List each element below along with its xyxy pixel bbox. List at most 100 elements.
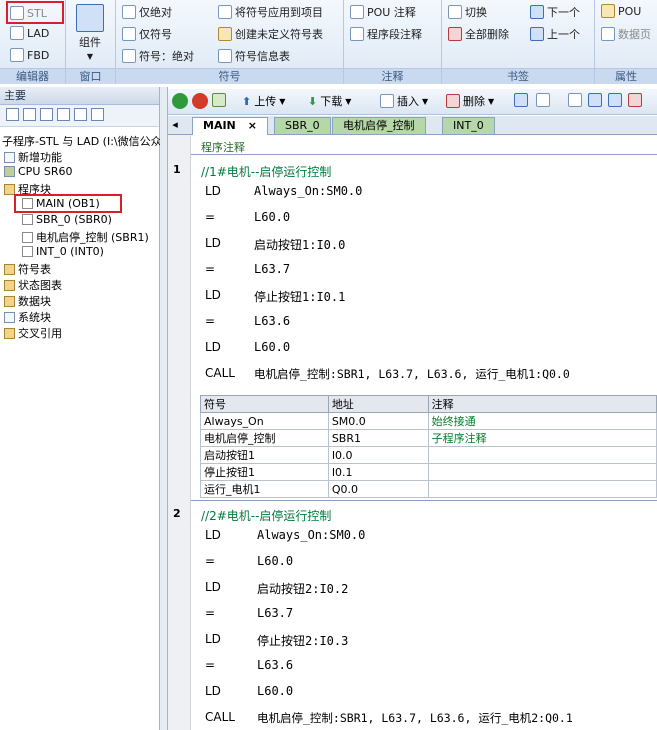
view-icon[interactable] — [23, 108, 36, 121]
instruction-op: LD — [205, 340, 221, 354]
pou-comment-button[interactable]: POU 注释 — [350, 4, 416, 20]
tree-item-sbr1[interactable]: 电机启停_控制 (SBR1) — [22, 229, 149, 245]
component-button[interactable]: 组件 ▼ — [76, 4, 104, 61]
instruction-op: CALL — [205, 710, 235, 724]
folder-icon — [4, 327, 15, 339]
lad-icon — [10, 26, 24, 40]
address-cell: I0.0 — [327, 446, 429, 464]
tree-item-symbol-table[interactable]: 符号表 — [4, 261, 51, 277]
table-row: 运行_电机1 Q0.0 — [200, 480, 657, 498]
sym-abs-button[interactable]: 符号：绝对 — [122, 48, 194, 64]
instruction-op: = — [205, 658, 216, 672]
help-icon — [4, 151, 15, 163]
network-gutter — [168, 135, 191, 730]
property-group: POU 数据页 属性 — [595, 0, 657, 84]
project-tree-pane: 主要 子程序-STL 与 LAD (I:\微信公众 新增功能 CPU SR60 … — [0, 87, 162, 730]
network-comment[interactable]: //1#电机--启停运行控制 — [201, 163, 331, 180]
tree-item-data-block[interactable]: 数据块 — [4, 293, 51, 309]
instruction-operand: 启动按钮2:I0.2 — [257, 582, 349, 596]
delete-all-bookmarks-button[interactable]: 全部删除 — [448, 26, 509, 42]
clear-button[interactable] — [628, 93, 642, 107]
stop-icon — [192, 93, 208, 109]
tab-main[interactable]: MAIN × — [192, 117, 268, 136]
next-button[interactable] — [608, 93, 622, 107]
instruction-op: = — [205, 210, 216, 224]
option-button[interactable] — [536, 93, 550, 107]
next-bookmark-button[interactable]: 下一个 — [530, 4, 580, 20]
clear-icon — [628, 93, 642, 107]
apply-project-button[interactable]: 将符号应用到项目 — [218, 4, 323, 20]
data-page-button[interactable]: 数据页 — [601, 26, 651, 42]
vbx-icon — [122, 49, 136, 63]
dropdown-arrow-icon: ▼ — [422, 96, 429, 106]
tabs-left-arrow-icon[interactable]: ◂ — [168, 117, 182, 134]
view-icon[interactable] — [57, 108, 70, 121]
stop-button[interactable] — [192, 93, 208, 109]
sym-only-button[interactable]: 仅符号 — [122, 26, 172, 42]
view-icon[interactable] — [74, 108, 87, 121]
view-icon[interactable] — [40, 108, 53, 121]
pou-property-button[interactable]: POU — [601, 4, 641, 18]
fbd-button[interactable]: FBD — [10, 48, 49, 62]
editor-toolbar: ⬆ 上传 ▼ ⬇ 下载 ▼ 插入 ▼ 删除 ▼ — [168, 89, 657, 115]
prev-bookmark-button[interactable]: 上一个 — [530, 26, 580, 42]
tree-project[interactable]: 子程序-STL 与 LAD (I:\微信公众 — [2, 133, 162, 149]
component-icon — [76, 4, 104, 32]
toggle-bookmark-button[interactable]: 切换 — [448, 4, 487, 20]
tree-item-int0[interactable]: INT_0 (INT0) — [22, 245, 104, 258]
instruction-operand: L63.6 — [257, 658, 294, 672]
tab-int0[interactable]: INT_0 — [442, 117, 495, 134]
comment-group: POU 注释 程序段注释 注释 — [344, 0, 442, 84]
symbol-info-button[interactable]: 符号信息表 — [218, 48, 290, 64]
program-comment[interactable]: 程序注释 — [201, 139, 245, 155]
address-cell: SM0.0 — [327, 412, 429, 430]
segment-comment-button[interactable]: 程序段注释 — [350, 26, 422, 42]
instruction-operand: 电机启停_控制:SBR1, L63.7, L63.6, 运行_电机2:Q0.1 — [257, 711, 573, 725]
tree-item-new-features[interactable]: 新增功能 — [4, 149, 62, 165]
insert-button[interactable]: 插入 ▼ — [380, 93, 428, 109]
tree-item-status-chart[interactable]: 状态图表 — [4, 277, 62, 293]
network-comment[interactable]: //2#电机--启停运行控制 — [201, 507, 331, 524]
window-button[interactable] — [568, 93, 582, 107]
delete-button[interactable]: 删除 ▼ — [446, 93, 494, 109]
lad-button[interactable]: LAD — [10, 26, 49, 40]
option-icon — [536, 93, 550, 107]
tree-item-sbr0[interactable]: SBR_0 (SBR0) — [22, 213, 112, 226]
symbol-cell: 电机启停_控制 — [200, 429, 329, 447]
scrollbar[interactable] — [160, 87, 168, 730]
dropdown-arrow-icon: ▼ — [279, 96, 286, 106]
create-undefined-button[interactable]: 创建未定义符号表 — [218, 26, 323, 42]
instruction-operand: L60.0 — [257, 554, 294, 568]
window-icon — [568, 93, 582, 107]
compile-icon — [212, 93, 226, 107]
symbol-group-label: 符号 — [116, 68, 343, 84]
tree-item-system-block[interactable]: 系统块 — [4, 309, 51, 325]
download-button[interactable]: ⬇ 下载 ▼ — [308, 93, 351, 109]
comment-group-label: 注释 — [344, 68, 441, 84]
tree-item-cross-ref[interactable]: 交叉引用 — [4, 325, 62, 341]
upload-button[interactable]: ⬆ 上传 ▼ — [242, 93, 285, 109]
instruction-op: = — [205, 554, 216, 568]
apply-icon — [218, 5, 232, 19]
abs-only-button[interactable]: 仅绝对 — [122, 4, 172, 20]
prev-button[interactable] — [588, 93, 602, 107]
pane-toolbar — [0, 105, 159, 127]
run-button[interactable] — [172, 93, 188, 109]
program-icon — [22, 246, 33, 257]
compile-button[interactable] — [212, 93, 226, 107]
network-view-button[interactable] — [514, 93, 528, 107]
comment-cell — [427, 463, 657, 481]
tab-sbr1[interactable]: 电机启停_控制 — [332, 117, 426, 134]
delete-icon — [448, 27, 462, 41]
symbol-cell: 启动按钮1 — [200, 446, 329, 464]
instruction-operand: 电机启停_控制:SBR1, L63.7, L63.6, 运行_电机1:Q0.0 — [254, 367, 570, 381]
program-icon — [22, 214, 33, 225]
dropdown-arrow-icon: ▼ — [488, 96, 495, 106]
tab-sbr0[interactable]: SBR_0 — [274, 117, 331, 134]
table-icon — [218, 49, 232, 63]
view-icon[interactable] — [91, 108, 104, 121]
view-icon[interactable] — [6, 108, 19, 121]
tree-item-cpu[interactable]: CPU SR60 — [4, 165, 72, 178]
close-icon[interactable]: × — [248, 119, 257, 132]
instruction-operand: L63.7 — [254, 262, 291, 276]
